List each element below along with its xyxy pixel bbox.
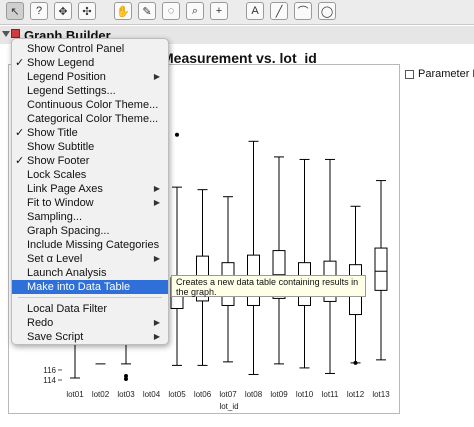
menu-item-label: Legend Settings... bbox=[27, 85, 116, 97]
y-tick-label: 116 bbox=[43, 366, 56, 375]
x-tick-label: lot09 bbox=[270, 390, 288, 399]
menu-item-label: Save Script bbox=[27, 331, 84, 343]
menu-item-label: Make into Data Table bbox=[27, 281, 131, 293]
menu-item-show-legend[interactable]: ✓ Show Legend bbox=[12, 56, 168, 70]
submenu-arrow-icon: ▶ bbox=[153, 332, 160, 341]
x-tick-label: lot03 bbox=[117, 390, 135, 399]
menu-item-local-data-filter[interactable]: Local Data Filter bbox=[12, 302, 168, 316]
menu-item-label: Legend Position bbox=[27, 71, 106, 83]
x-tick-label: lot12 bbox=[347, 390, 365, 399]
menu-item-label: Show Legend bbox=[27, 57, 95, 69]
menu-item-label: Include Missing Categories bbox=[27, 239, 160, 251]
outlier-point bbox=[353, 360, 358, 365]
submenu-arrow-icon: ▶ bbox=[153, 184, 160, 193]
menu-item-make-into-data-table[interactable]: Make into Data Table bbox=[12, 280, 168, 294]
menu-item-label: Fit to Window bbox=[27, 197, 94, 209]
box bbox=[374, 247, 388, 291]
menu-item-label: Show Subtitle bbox=[27, 141, 95, 153]
menu-item-show-title[interactable]: ✓ Show Title bbox=[12, 126, 168, 140]
menu-item-label: Sampling... bbox=[27, 211, 83, 223]
submenu-arrow-icon: ▶ bbox=[153, 318, 160, 327]
submenu-arrow-icon: ▶ bbox=[153, 254, 160, 263]
menu-item-lock-scales[interactable]: Lock Scales bbox=[12, 168, 168, 182]
menu-item-label: Launch Analysis bbox=[27, 267, 107, 279]
x-tick-label: lot02 bbox=[92, 390, 110, 399]
menu-item-set-level[interactable]: Set α Level ▶ bbox=[12, 252, 168, 266]
menu-item-label: Categorical Color Theme... bbox=[27, 113, 159, 125]
menu-item-continuous-color-theme[interactable]: Continuous Color Theme... bbox=[12, 98, 168, 112]
x-tick-label: lot01 bbox=[66, 390, 84, 399]
context-menu: Show Control Panel ✓ Show Legend Legend Pos… bbox=[11, 38, 169, 345]
menu-item-categorical-color-theme[interactable]: Categorical Color Theme... bbox=[12, 112, 168, 126]
menu-item-legend-position[interactable]: Legend Position ▶ bbox=[12, 70, 168, 84]
menu-item-label: Show Footer bbox=[27, 155, 90, 167]
x-tick-label: lot13 bbox=[372, 390, 390, 399]
menu-item-label: Local Data Filter bbox=[27, 303, 108, 315]
menu-item-label: Set α Level bbox=[27, 253, 83, 265]
checkmark-icon: ✓ bbox=[15, 57, 25, 69]
menu-item-label: Link Page Axes bbox=[27, 183, 103, 195]
x-tick-label: lot10 bbox=[296, 390, 314, 399]
checkmark-icon: ✓ bbox=[15, 155, 25, 167]
menu-item-include-missing-categories[interactable]: Include Missing Categories bbox=[12, 238, 168, 252]
menu-item-label: Lock Scales bbox=[27, 169, 87, 181]
x-tick-label: lot04 bbox=[143, 390, 161, 399]
menu-item-label: Redo bbox=[27, 317, 54, 329]
tooltip: Creates a new data table containing resu… bbox=[171, 275, 366, 297]
outlier-point bbox=[175, 132, 179, 137]
menu-separator bbox=[18, 297, 162, 298]
x-tick-label: lot07 bbox=[219, 390, 237, 399]
x-tick-label: lot08 bbox=[245, 390, 263, 399]
checkmark-icon: ✓ bbox=[15, 127, 25, 139]
x-tick-label: lot05 bbox=[168, 390, 186, 399]
outlier-point bbox=[124, 376, 128, 381]
menu-item-link-page-axes[interactable]: Link Page Axes ▶ bbox=[12, 182, 168, 196]
menu-item-show-subtitle[interactable]: Show Subtitle bbox=[12, 140, 168, 154]
submenu-arrow-icon: ▶ bbox=[153, 72, 160, 81]
menu-item-graph-spacing[interactable]: Graph Spacing... bbox=[12, 224, 168, 238]
x-axis-label: lot_id bbox=[219, 402, 238, 411]
menu-item-label: Show Title bbox=[27, 127, 78, 139]
menu-item-redo[interactable]: Redo ▶ bbox=[12, 316, 168, 330]
menu-item-show-footer[interactable]: ✓ Show Footer bbox=[12, 154, 168, 168]
menu-item-save-script[interactable]: Save Script ▶ bbox=[12, 330, 168, 344]
menu-item-fit-to-window[interactable]: Fit to Window ▶ bbox=[12, 196, 168, 210]
menu-item-label: Graph Spacing... bbox=[27, 225, 110, 237]
menu-item-label: Continuous Color Theme... bbox=[27, 99, 159, 111]
x-tick-label: lot11 bbox=[322, 390, 339, 399]
menu-item-label: Show Control Panel bbox=[27, 43, 125, 55]
submenu-arrow-icon: ▶ bbox=[153, 198, 160, 207]
menu-item-launch-analysis[interactable]: Launch Analysis bbox=[12, 266, 168, 280]
x-tick-label: lot06 bbox=[194, 390, 212, 399]
menu-item-sampling[interactable]: Sampling... bbox=[12, 210, 168, 224]
menu-item-show-control-panel[interactable]: Show Control Panel bbox=[12, 42, 168, 56]
y-tick-label: 114 bbox=[43, 376, 56, 385]
menu-item-legend-settings[interactable]: Legend Settings... bbox=[12, 84, 168, 98]
